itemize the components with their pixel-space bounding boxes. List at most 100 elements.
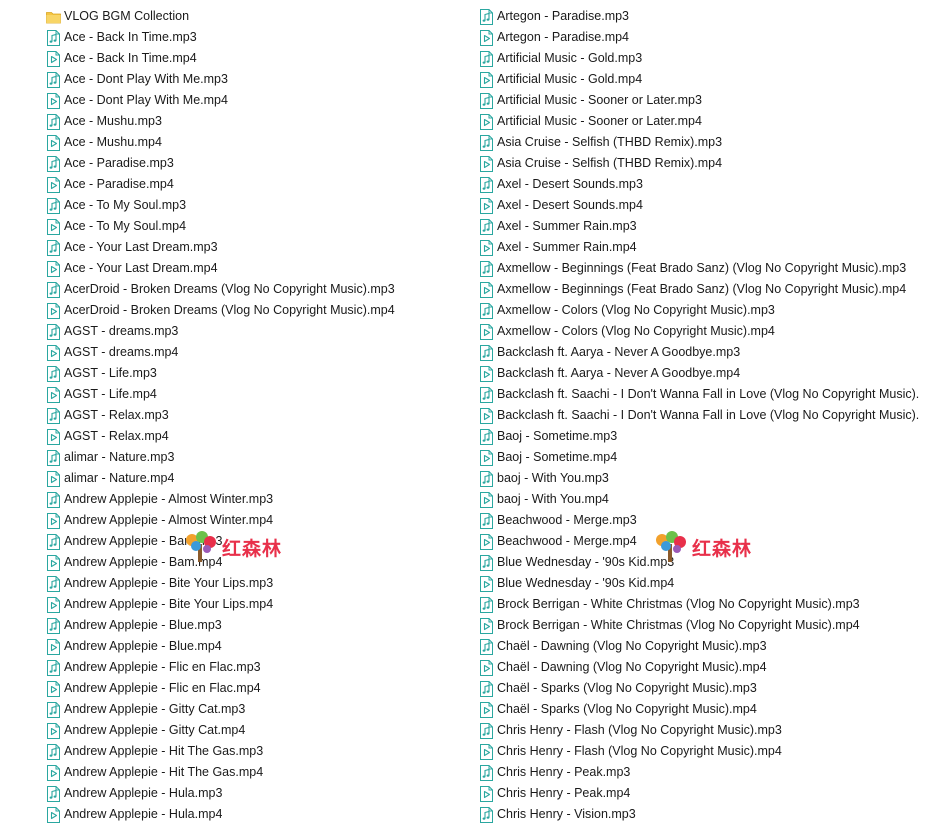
audio-file-icon [479,806,494,823]
audio-file-icon [46,575,61,592]
file-item[interactable]: Chaël - Dawning (Vlog No Copyright Music… [479,636,937,657]
file-item[interactable]: AcerDroid - Broken Dreams (Vlog No Copyr… [46,300,466,321]
file-item[interactable]: Chaël - Sparks (Vlog No Copyright Music)… [479,699,937,720]
file-item[interactable]: Blue Wednesday - '90s Kid.mp3 [479,552,937,573]
file-item[interactable]: Andrew Applepie - Bam.mp4 [46,552,466,573]
video-file-icon [479,659,494,676]
file-item[interactable]: Ace - Dont Play With Me.mp3 [46,69,466,90]
file-item[interactable]: Andrew Applepie - Hit The Gas.mp4 [46,762,466,783]
folder-item[interactable]: VLOG BGM Collection [46,6,466,27]
file-item[interactable]: Axel - Summer Rain.mp4 [479,237,937,258]
file-item[interactable]: Ace - To My Soul.mp3 [46,195,466,216]
file-item[interactable]: Brock Berrigan - White Christmas (Vlog N… [479,615,937,636]
file-item[interactable]: Brock Berrigan - White Christmas (Vlog N… [479,594,937,615]
file-item[interactable]: alimar - Nature.mp4 [46,468,466,489]
file-item[interactable]: Artegon - Paradise.mp4 [479,27,937,48]
file-item[interactable]: Artificial Music - Sooner or Later.mp3 [479,90,937,111]
file-item[interactable]: AGST - Relax.mp4 [46,426,466,447]
file-item[interactable]: AGST - Life.mp3 [46,363,466,384]
file-item[interactable]: Andrew Applepie - Gitty Cat.mp4 [46,720,466,741]
file-item[interactable]: AGST - Relax.mp3 [46,405,466,426]
file-item[interactable]: Ace - To My Soul.mp4 [46,216,466,237]
video-file-icon [479,197,494,214]
file-item[interactable]: Artificial Music - Sooner or Later.mp4 [479,111,937,132]
file-item[interactable]: Axmellow - Colors (Vlog No Copyright Mus… [479,321,937,342]
file-item[interactable]: Asia Cruise - Selfish (THBD Remix).mp4 [479,153,937,174]
file-item[interactable]: Ace - Paradise.mp4 [46,174,466,195]
file-item[interactable]: Axel - Desert Sounds.mp4 [479,195,937,216]
file-item[interactable]: Andrew Applepie - Hit The Gas.mp3 [46,741,466,762]
file-item[interactable]: Beachwood - Merge.mp4 [479,531,937,552]
file-item[interactable]: Axel - Desert Sounds.mp3 [479,174,937,195]
file-item[interactable]: Axmellow - Colors (Vlog No Copyright Mus… [479,300,937,321]
file-name-label: Andrew Applepie - Blue.mp4 [64,639,222,653]
file-item[interactable]: Chris Henry - Flash (Vlog No Copyright M… [479,720,937,741]
video-file-icon [46,428,61,445]
file-item[interactable]: baoj - With You.mp4 [479,489,937,510]
file-item[interactable]: AcerDroid - Broken Dreams (Vlog No Copyr… [46,279,466,300]
video-file-icon [479,155,494,172]
file-item[interactable]: Chris Henry - Peak.mp3 [479,762,937,783]
file-item[interactable]: Artegon - Paradise.mp3 [479,6,937,27]
file-item[interactable]: Asia Cruise - Selfish (THBD Remix).mp3 [479,132,937,153]
file-item[interactable]: Andrew Applepie - Hula.mp3 [46,783,466,804]
video-file-icon [479,743,494,760]
file-item[interactable]: Andrew Applepie - Almost Winter.mp4 [46,510,466,531]
file-name-label: Andrew Applepie - Hula.mp4 [64,807,223,821]
file-item[interactable]: Chaël - Dawning (Vlog No Copyright Music… [479,657,937,678]
file-name-label: Backclash ft. Aarya - Never A Goodbye.mp… [497,345,741,359]
audio-file-icon [479,470,494,487]
file-name-label: Chris Henry - Flash (Vlog No Copyright M… [497,723,782,737]
file-item[interactable]: Chaël - Sparks (Vlog No Copyright Music)… [479,678,937,699]
file-item[interactable]: Axmellow - Beginnings (Feat Brado Sanz) … [479,258,937,279]
file-name-label: AGST - dreams.mp3 [64,324,179,338]
file-item[interactable]: Ace - Paradise.mp3 [46,153,466,174]
file-item[interactable]: Chris Henry - Peak.mp4 [479,783,937,804]
file-item[interactable]: Andrew Applepie - Hula.mp4 [46,804,466,825]
file-item[interactable]: Backclash ft. Saachi - I Don't Wanna Fal… [479,384,937,405]
file-item[interactable]: Andrew Applepie - Bite Your Lips.mp4 [46,594,466,615]
file-item[interactable]: baoj - With You.mp3 [479,468,937,489]
file-item[interactable]: AGST - Life.mp4 [46,384,466,405]
file-item[interactable]: AGST - dreams.mp3 [46,321,466,342]
file-item[interactable]: Backclash ft. Saachi - I Don't Wanna Fal… [479,405,937,426]
file-item[interactable]: Andrew Applepie - Almost Winter.mp3 [46,489,466,510]
file-name-label: Beachwood - Merge.mp4 [497,534,637,548]
file-item[interactable]: Baoj - Sometime.mp4 [479,447,937,468]
file-item[interactable]: Baoj - Sometime.mp3 [479,426,937,447]
audio-file-icon [479,596,494,613]
file-item[interactable]: Ace - Your Last Dream.mp4 [46,258,466,279]
file-name-label: Andrew Applepie - Hit The Gas.mp3 [64,744,264,758]
file-item[interactable]: AGST - dreams.mp4 [46,342,466,363]
file-name-label: Chris Henry - Peak.mp4 [497,786,631,800]
file-name-label: Axmellow - Colors (Vlog No Copyright Mus… [497,324,775,338]
file-item[interactable]: Axmellow - Beginnings (Feat Brado Sanz) … [479,279,937,300]
file-item[interactable]: Ace - Back In Time.mp3 [46,27,466,48]
file-item[interactable]: Andrew Applepie - Bite Your Lips.mp3 [46,573,466,594]
file-item[interactable]: Andrew Applepie - Blue.mp4 [46,636,466,657]
file-item[interactable]: Andrew Applepie - Bam.mp3 [46,531,466,552]
file-item[interactable]: Blue Wednesday - '90s Kid.mp4 [479,573,937,594]
file-item[interactable]: Andrew Applepie - Gitty Cat.mp3 [46,699,466,720]
audio-file-icon [479,386,494,403]
video-file-icon [46,638,61,655]
file-item[interactable]: Artificial Music - Gold.mp3 [479,48,937,69]
file-item[interactable]: Ace - Dont Play With Me.mp4 [46,90,466,111]
file-item[interactable]: Ace - Back In Time.mp4 [46,48,466,69]
file-item[interactable]: Andrew Applepie - Blue.mp3 [46,615,466,636]
file-item[interactable]: Andrew Applepie - Flic en Flac.mp3 [46,657,466,678]
file-item[interactable]: Backclash ft. Aarya - Never A Goodbye.mp… [479,342,937,363]
file-item[interactable]: Chris Henry - Vision.mp3 [479,804,937,825]
file-item[interactable]: Chris Henry - Flash (Vlog No Copyright M… [479,741,937,762]
video-file-icon [46,764,61,781]
file-name-label: Asia Cruise - Selfish (THBD Remix).mp3 [497,135,723,149]
file-item[interactable]: Artificial Music - Gold.mp4 [479,69,937,90]
file-item[interactable]: Andrew Applepie - Flic en Flac.mp4 [46,678,466,699]
file-item[interactable]: alimar - Nature.mp3 [46,447,466,468]
file-item[interactable]: Axel - Summer Rain.mp3 [479,216,937,237]
file-item[interactable]: Beachwood - Merge.mp3 [479,510,937,531]
file-item[interactable]: Ace - Your Last Dream.mp3 [46,237,466,258]
file-item[interactable]: Backclash ft. Aarya - Never A Goodbye.mp… [479,363,937,384]
file-item[interactable]: Ace - Mushu.mp3 [46,111,466,132]
file-item[interactable]: Ace - Mushu.mp4 [46,132,466,153]
